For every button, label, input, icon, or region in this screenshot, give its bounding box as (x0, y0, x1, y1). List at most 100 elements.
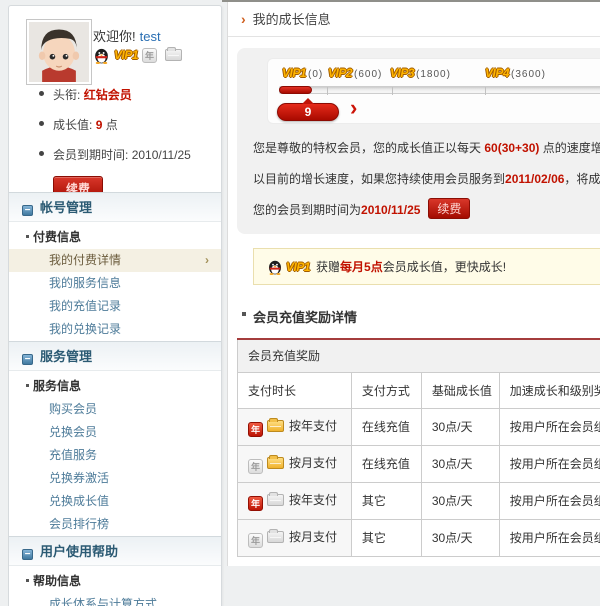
vip-badge: VIP3 (390, 66, 415, 80)
current-growth-bubble: 9 (277, 98, 339, 121)
cell-bonus: 按用户所在会员组 (498, 481, 600, 520)
sidebar-item-my-redeem-records[interactable]: 我的兑换记录 (9, 318, 221, 341)
sidebar-item-redeem-membership[interactable]: 兑换会员 (9, 421, 221, 444)
cell-method: 其它 (350, 518, 422, 557)
sidebar-menu: − 帐号管理 付费信息 我的付费详情 › 我的服务信息 我的充值记录 我的兑换记录 … (9, 192, 221, 606)
sidebar-item-recharge-service[interactable]: 充值服务 (9, 444, 221, 467)
item-label: 会员排行榜 (49, 517, 110, 531)
cell-duration: 按年支付 (289, 492, 338, 507)
text: 您是尊敬的特权会员，您的成长值正以每天 (253, 141, 485, 155)
notice-text: 获赠 (316, 260, 341, 274)
avatar-image (29, 22, 89, 82)
item-label: 兑换券激活 (49, 471, 110, 485)
collapse-icon[interactable]: − (22, 205, 33, 216)
year-pay-icon: 年 (248, 458, 263, 474)
highlight-expiry: 2010/11/25 (361, 203, 421, 217)
sidebar: 欢迎你! test VIP1 年 头衔: 红钻会员 成长值: 9 点 会员到期时… (8, 5, 222, 606)
collapse-icon[interactable]: − (22, 354, 33, 365)
cell-base-growth: 30点/天 (420, 518, 500, 557)
highlight-rate: 60(30+30) (484, 141, 540, 155)
progress-tick (327, 87, 328, 95)
table-caption-row: 会员充值奖励 (237, 338, 600, 373)
main-panel: › 我的成长信息 VIP1 (0) VIP2 (600) VIP3 (1800) VIP… (227, 2, 600, 566)
notice-text: 会员成长值，更快成长! (382, 260, 507, 274)
sidebar-item-voucher-activation[interactable]: 兑换券激活 (9, 467, 221, 490)
penguin-icon (95, 48, 108, 64)
sidebar-item-member-ranking[interactable]: 会员排行榜 (9, 513, 221, 536)
renew-button-inline[interactable]: 续费 (428, 198, 471, 219)
table-row: 年 按年支付 其它 30点/天 按用户所在会员组 (237, 481, 600, 520)
vip-level-1: VIP1 (0) (282, 66, 323, 80)
username-link[interactable]: test (140, 29, 161, 44)
pay-method-icon (267, 417, 284, 432)
breadcrumb-arrow-icon: › (241, 11, 246, 27)
vip-threshold: (600) (354, 69, 383, 80)
profile-badges: VIP1 年 (93, 46, 187, 64)
sidebar-item-buy-membership[interactable]: 购买会员 (9, 398, 221, 421)
pay-method-icon (267, 528, 284, 543)
sidebar-item-growth-system[interactable]: 成长体系与计算方式 (9, 593, 221, 606)
column-header: 支付方式 (350, 371, 422, 409)
active-arrow-icon: › (205, 253, 209, 267)
stat-growth: 成长值: 9 点 (39, 116, 209, 133)
column-header: 基础成长值 (420, 371, 500, 409)
welcome-line: 欢迎你! test (93, 26, 161, 45)
sidebar-section-help[interactable]: − 用户使用帮助 (9, 536, 221, 566)
stat-value: 9 (95, 118, 103, 132)
stat-label: 头衔: (53, 88, 81, 102)
sidebar-item-my-service-info[interactable]: 我的服务信息 (9, 272, 221, 295)
item-label: 我的服务信息 (49, 276, 122, 290)
cell-method: 在线充值 (350, 407, 422, 446)
item-label: 我的付费详情 (49, 253, 122, 267)
table-row: 年 按月支付 其它 30点/天 按用户所在会员组 (237, 518, 600, 557)
progress-tick (485, 87, 486, 95)
rewards-section-title: 会员充值奖励详情 (242, 307, 357, 326)
cell-base-growth: 30点/天 (420, 407, 500, 446)
item-label: 兑换成长值 (49, 494, 110, 508)
cell-duration: 按月支付 (289, 455, 338, 470)
table-caption: 会员充值奖励 (237, 338, 600, 373)
item-label: 购买会员 (49, 402, 98, 416)
highlight-date: 2011/02/06 (505, 172, 565, 186)
pay-card-icon (165, 47, 183, 61)
cell-bonus: 按用户所在会员组 (498, 518, 600, 557)
item-label: 兑换会员 (49, 425, 98, 439)
year-pay-badge-icon: 年 (142, 47, 158, 63)
notice-highlight: 每月5点 (340, 260, 383, 274)
progress-tick (392, 87, 393, 95)
sidebar-group-payment-info: 付费信息 (9, 222, 221, 249)
cell-duration: 按月支付 (289, 529, 338, 544)
column-header: 支付时长 (237, 371, 352, 409)
description-line-2: 以目前的增长速度，如果您持续使用会员服务到2011/02/06，将成 (253, 164, 600, 195)
sidebar-group-help-info: 帮助信息 (9, 566, 221, 593)
stat-label: 成长值: (53, 118, 93, 132)
vip-level-3: VIP3 (1800) (390, 66, 451, 80)
sidebar-item-redeem-growth[interactable]: 兑换成长值 (9, 490, 221, 513)
page-title: 我的成长信息 (252, 12, 331, 27)
description-line-1: 您是尊敬的特权会员，您的成长值正以每天 60(30+30) 点的速度增 (253, 133, 600, 164)
growth-description: 您是尊敬的特权会员，您的成长值正以每天 60(30+30) 点的速度增 以目前的… (253, 133, 600, 226)
sidebar-section-service[interactable]: − 服务管理 (9, 341, 221, 371)
page-title-bar: › 我的成长信息 (228, 2, 600, 37)
stat-title: 头衔: 红钻会员 (39, 86, 209, 103)
sidebar-item-my-recharge-records[interactable]: 我的充值记录 (9, 295, 221, 318)
vip-threshold: (1800) (416, 69, 451, 80)
vip-progress-bar: VIP1 (0) VIP2 (600) VIP3 (1800) VIP4 (3600) … (267, 58, 600, 124)
growth-info-box: VIP1 (0) VIP2 (600) VIP3 (1800) VIP4 (3600) … (237, 48, 600, 234)
year-pay-icon: 年 (248, 532, 263, 548)
text: 您的会员到期时间为 (253, 203, 362, 217)
vip-level-4: VIP4 (3600) (485, 66, 546, 80)
stat-label: 会员到期时间: (53, 148, 129, 162)
vip-badge: VIP1 (282, 66, 307, 80)
sidebar-item-my-payment-details[interactable]: 我的付费详情 › (9, 249, 221, 272)
vip-threshold: (0) (308, 69, 324, 80)
pay-method-icon (267, 491, 284, 506)
vip-badge: VIP2 (328, 66, 353, 80)
avatar (26, 19, 92, 85)
sidebar-section-account[interactable]: − 帐号管理 (9, 192, 221, 222)
rewards-table: 会员充值奖励 支付时长 支付方式 基础成长值 加速成长和级别奖励 年按年支付 在… (237, 338, 600, 557)
item-label: 我的兑换记录 (49, 322, 122, 336)
penguin-icon (269, 260, 281, 275)
stat-expiry: 会员到期时间: 2010/11/25 (39, 146, 209, 163)
collapse-icon[interactable]: − (22, 549, 33, 560)
